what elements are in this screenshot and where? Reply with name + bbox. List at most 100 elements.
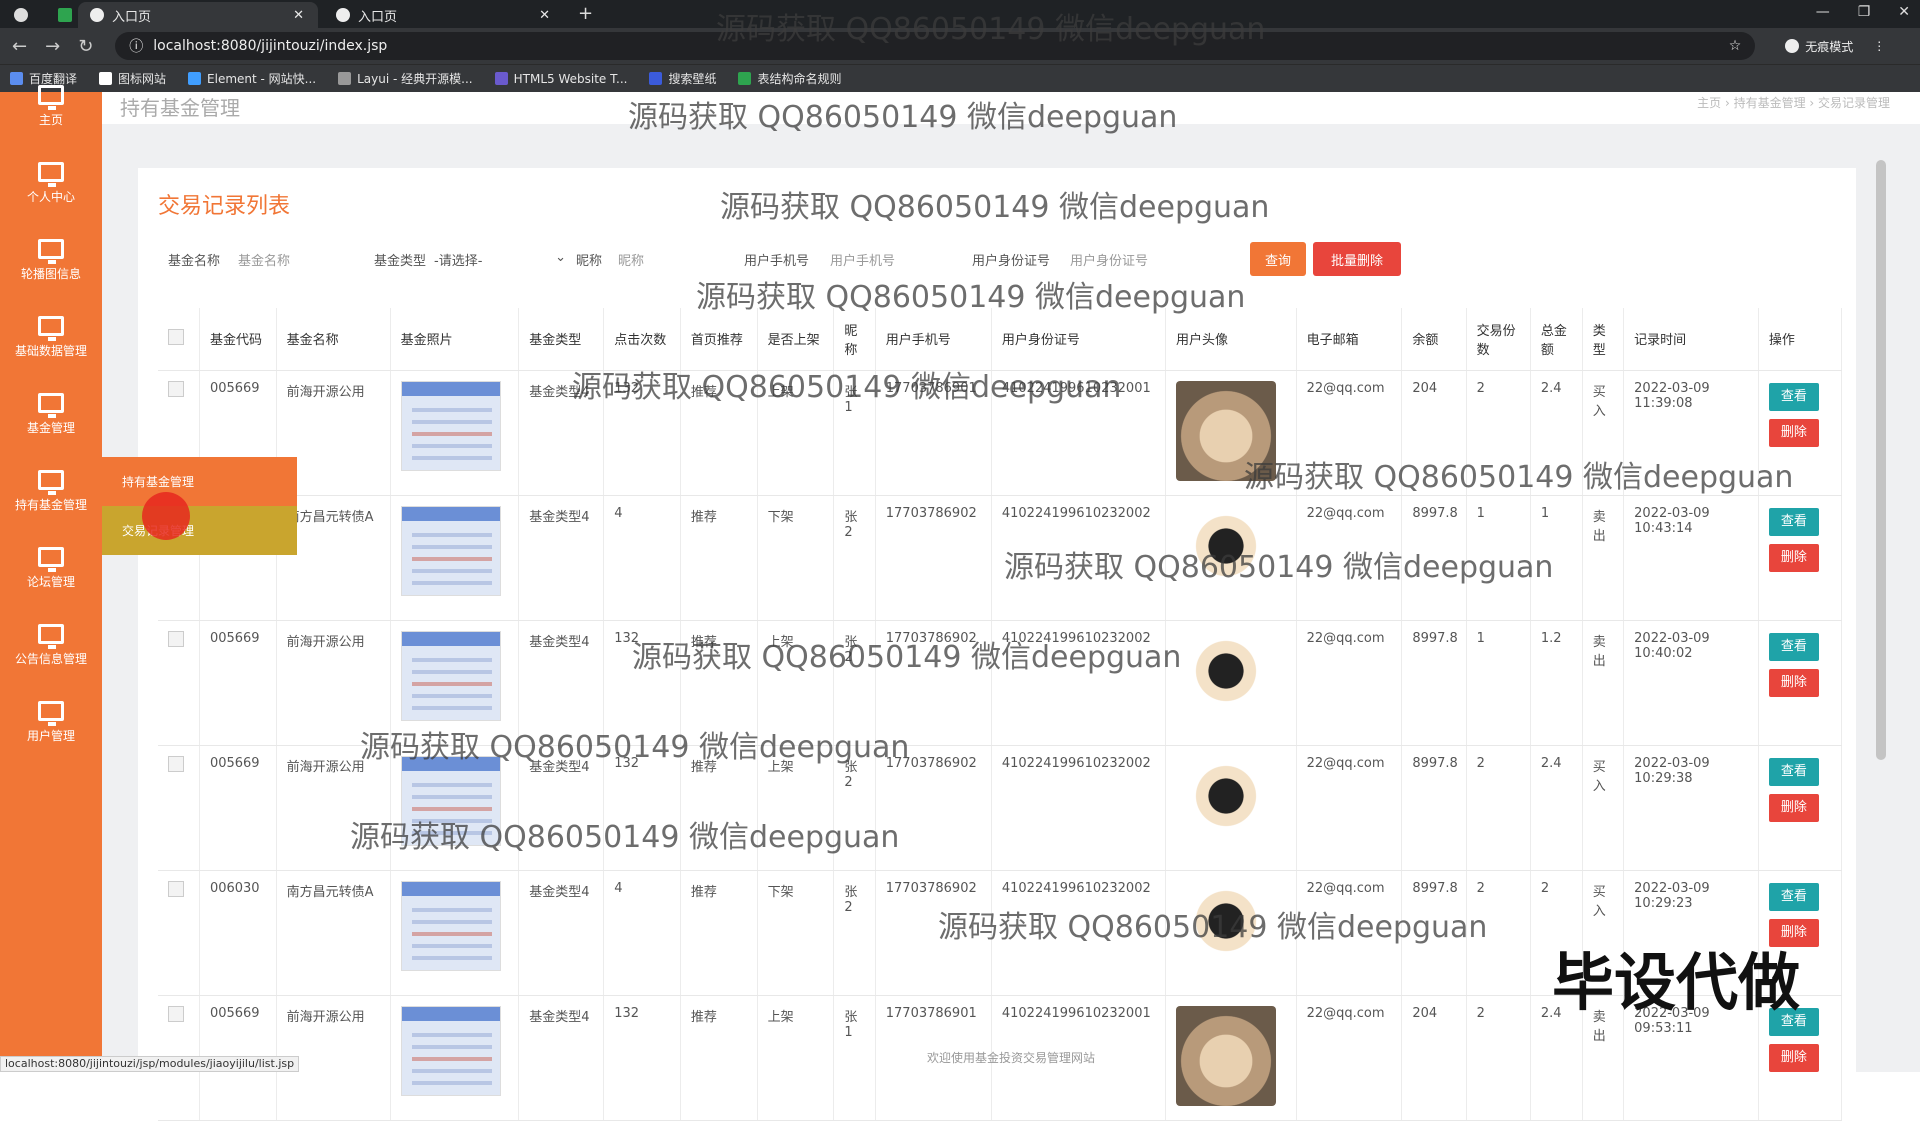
view-button[interactable]: 查看 <box>1768 382 1819 411</box>
table-cell-onsale: 上架 <box>757 745 835 871</box>
avatar <box>1176 755 1276 856</box>
more-menu-icon[interactable]: ⋮ <box>1873 39 1885 53</box>
table-cell-shares: 2 <box>1466 870 1531 996</box>
phone-input[interactable]: 用户手机号 <box>830 250 895 269</box>
column-header: 总金额 <box>1530 308 1583 371</box>
bookmark-icon <box>338 72 352 85</box>
click-indicator <box>142 492 190 540</box>
table-cell-time: 2022-03-09 10:40:02 <box>1623 620 1759 746</box>
delete-button[interactable]: 删除 <box>1768 543 1819 572</box>
row-checkbox[interactable] <box>168 755 184 772</box>
close-window-icon[interactable]: ✕ <box>1898 4 1910 20</box>
row-checkbox-cell[interactable] <box>158 745 200 871</box>
sidebar-item-holdings[interactable]: 持有基金管理 <box>0 453 102 530</box>
row-checkbox[interactable] <box>168 380 184 397</box>
row-checkbox[interactable] <box>168 1005 184 1022</box>
browser-tab-1[interactable]: 入口页 ✕ <box>78 2 318 28</box>
page-scrollbar[interactable] <box>1876 160 1886 760</box>
table-cell-idcard: 410224199610232002 <box>991 620 1167 746</box>
delete-button[interactable]: 删除 <box>1768 418 1819 447</box>
bookmark-item[interactable]: 搜索壁纸 <box>649 70 716 87</box>
submenu-item-transactions[interactable]: 交易记录管理 <box>102 506 297 555</box>
view-button[interactable]: 查看 <box>1768 507 1819 536</box>
row-checkbox[interactable] <box>168 630 184 647</box>
avatar <box>1176 505 1276 606</box>
delete-button[interactable]: 删除 <box>1768 793 1819 822</box>
fund-name-input[interactable]: 基金名称 <box>238 250 290 269</box>
bookmark-item[interactable]: 表结构命名规则 <box>738 70 841 87</box>
row-checkbox[interactable] <box>168 880 184 897</box>
delete-button[interactable]: 删除 <box>1768 668 1819 697</box>
row-checkbox-cell[interactable] <box>158 870 200 996</box>
select-all-checkbox-cell[interactable] <box>158 308 200 371</box>
table-cell-nick: 张2 <box>833 745 876 871</box>
sidebar-item-forum[interactable]: 论坛管理 <box>0 530 102 607</box>
sidebar-item-home[interactable]: 主页 <box>0 68 102 145</box>
view-button[interactable]: 查看 <box>1768 882 1819 911</box>
column-header: 基金名称 <box>276 308 391 371</box>
new-tab-icon[interactable]: + <box>578 3 593 24</box>
view-button[interactable]: 查看 <box>1768 632 1819 661</box>
batch-delete-button[interactable]: 批量删除 <box>1313 242 1401 276</box>
page-title: 持有基金管理 <box>120 96 240 120</box>
sidebar-item-notice[interactable]: 公告信息管理 <box>0 607 102 684</box>
url-field[interactable]: ⓘ localhost:8080/jijintouzi/index.jsp ☆ <box>115 32 1756 60</box>
avatar-cell <box>1165 620 1297 746</box>
sidebar-item-profile[interactable]: 个人中心 <box>0 145 102 222</box>
view-button[interactable]: 查看 <box>1768 757 1819 786</box>
tab-close-icon[interactable]: ✕ <box>293 8 304 23</box>
reload-icon[interactable]: ↻ <box>78 36 93 57</box>
column-header: 基金照片 <box>390 308 520 371</box>
incognito-profile[interactable]: 无痕模式 ⋮ <box>1785 38 1885 55</box>
row-checkbox-cell[interactable] <box>158 620 200 746</box>
fund-photo-cell <box>390 745 520 871</box>
idcard-input[interactable]: 用户身份证号 <box>1070 250 1148 269</box>
select-all-checkbox[interactable] <box>168 328 184 345</box>
submenu-item-holdings[interactable]: 持有基金管理 <box>102 457 297 506</box>
table-cell-code: 005669 <box>199 620 277 746</box>
back-icon[interactable]: ← <box>12 36 27 57</box>
bookmark-item[interactable]: Element - 网站快... <box>188 70 316 87</box>
tab-close-icon[interactable]: ✕ <box>539 8 550 23</box>
restore-icon[interactable]: ❐ <box>1858 4 1871 20</box>
avatar <box>1176 380 1276 481</box>
bookmark-icon <box>494 72 508 85</box>
table-cell-idcard: 410224199610232002 <box>991 745 1167 871</box>
bookmark-item[interactable]: Layui - 经典开源模... <box>338 70 473 87</box>
table-cell-type: 基金类型4 <box>518 620 605 746</box>
browser-tab-2[interactable]: 入口页 ✕ <box>324 2 564 28</box>
info-icon[interactable]: ⓘ <box>129 36 143 56</box>
bookmark-label: Layui - 经典开源模... <box>357 72 473 86</box>
sidebar-item-label: 用户管理 <box>26 729 75 743</box>
monitor-icon <box>38 470 64 495</box>
column-header: 是否上架 <box>757 308 835 371</box>
incognito-icon <box>1785 39 1800 53</box>
table-cell-shares: 2 <box>1466 370 1531 496</box>
table-cell-balance: 8997.8 <box>1401 495 1467 621</box>
sidebar-item-carousel[interactable]: 轮播图信息 <box>0 222 102 299</box>
avatar-cell <box>1165 870 1297 996</box>
query-button[interactable]: 查询 <box>1250 242 1306 276</box>
bookmark-item[interactable]: 图标网站 <box>99 70 166 87</box>
column-header: 用户身份证号 <box>991 308 1167 371</box>
sidebar-item-users[interactable]: 用户管理 <box>0 684 102 761</box>
fund-type-select[interactable]: -请选择- ⌄ <box>434 250 566 269</box>
forward-icon[interactable]: → <box>45 36 60 57</box>
table-cell-shares: 2 <box>1466 745 1531 871</box>
minimize-icon[interactable]: — <box>1816 4 1830 20</box>
main-content: 持有基金管理 主页 › 持有基金管理 › 交易记录管理 交易记录列表 基金名称 … <box>102 92 1920 1121</box>
bookmark-item[interactable]: HTML5 Website T... <box>494 72 627 86</box>
sidebar-item-basic-data[interactable]: 基础数据管理 <box>0 299 102 376</box>
nickname-input[interactable]: 昵称 <box>618 250 644 269</box>
overlay-banner-text: 毕设代做 <box>1552 946 1801 1019</box>
app-icon[interactable] <box>58 8 72 22</box>
column-header: 基金代码 <box>199 308 277 371</box>
avatar <box>1176 630 1276 731</box>
table-cell-phone: 17703786902 <box>875 745 992 871</box>
table-cell-code: 005669 <box>199 745 277 871</box>
browser-menu-icon[interactable] <box>14 8 28 22</box>
sidebar-item-fund[interactable]: 基金管理 <box>0 376 102 453</box>
breadcrumb[interactable]: 主页 › 持有基金管理 › 交易记录管理 <box>1697 94 1890 111</box>
nickname-label: 昵称 <box>576 254 603 269</box>
star-icon[interactable]: ☆ <box>1729 38 1742 54</box>
